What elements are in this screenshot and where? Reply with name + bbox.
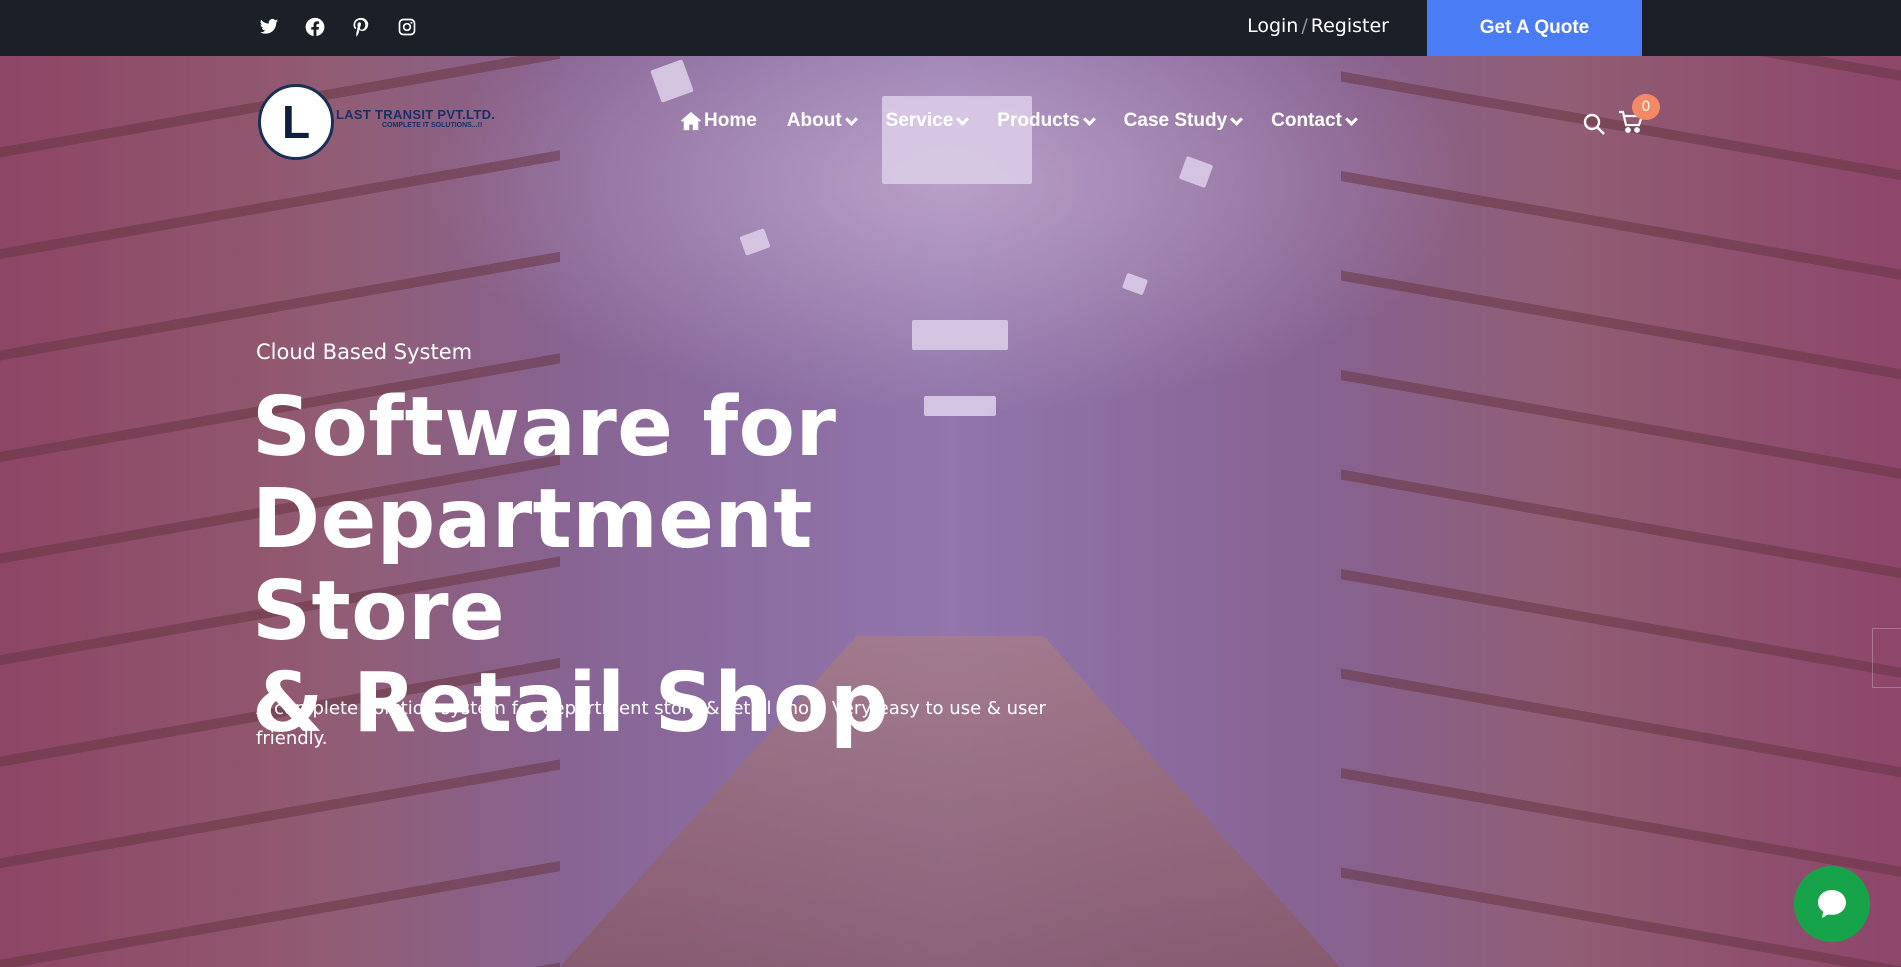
hero-headline-line: Department Store <box>252 472 813 659</box>
chat-widget-button[interactable] <box>1794 866 1870 942</box>
slider-next-arrow[interactable] <box>1872 628 1901 688</box>
logo-company-name: LAST TRANSIT PVT.LTD. <box>336 107 496 122</box>
home-icon <box>681 111 701 131</box>
social-links <box>256 14 420 40</box>
nav-contact-label: Contact <box>1271 110 1342 131</box>
auth-separator: / <box>1301 15 1308 37</box>
nav-service[interactable]: Service <box>885 110 970 132</box>
hero-headline-line: Software for <box>252 380 837 475</box>
nav-home[interactable]: Home <box>680 110 757 132</box>
logo-text: LAST TRANSIT PVT.LTD. COMPLETE IT SOLUTI… <box>336 107 495 129</box>
nav-products[interactable]: Products <box>997 110 1096 132</box>
main-nav: Home About Service Products Case Study C… <box>680 110 1386 132</box>
nav-about-label: About <box>786 110 842 131</box>
chevron-down-icon <box>844 113 858 126</box>
nav-about[interactable]: About <box>786 110 858 132</box>
top-bar: Login / Register Get A Quote <box>0 0 1901 56</box>
nav-service-label: Service <box>885 110 954 131</box>
chevron-down-icon <box>1345 113 1358 126</box>
register-link[interactable]: Register <box>1311 15 1389 37</box>
instagram-icon[interactable] <box>394 14 420 40</box>
nav-products-label: Products <box>997 110 1080 131</box>
logo-mark: L <box>258 84 334 160</box>
facebook-icon[interactable] <box>302 14 328 40</box>
pinterest-icon[interactable] <box>348 14 374 40</box>
nav-home-label: Home <box>704 110 757 131</box>
hero-eyebrow: Cloud Based System <box>256 340 473 364</box>
site-logo[interactable]: L LAST TRANSIT PVT.LTD. COMPLETE IT SOLU… <box>258 84 495 160</box>
nav-case-study-label: Case Study <box>1123 110 1228 131</box>
chevron-down-icon <box>956 113 970 126</box>
get-a-quote-button[interactable]: Get A Quote <box>1427 0 1642 56</box>
twitter-icon[interactable] <box>256 14 282 40</box>
logo-tagline: COMPLETE IT SOLUTIONS...!! <box>382 122 483 129</box>
cart-count-badge: 0 <box>1632 94 1660 120</box>
search-icon[interactable] <box>1582 112 1606 136</box>
logo-letter: L <box>281 96 311 148</box>
nav-contact[interactable]: Contact <box>1271 110 1358 132</box>
nav-case-study[interactable]: Case Study <box>1123 110 1244 132</box>
login-link[interactable]: Login <box>1247 15 1298 37</box>
hero-subtext: A complete solution system for departmen… <box>256 698 1046 749</box>
chevron-down-icon <box>1082 113 1096 126</box>
chat-bubble-icon <box>1818 890 1846 918</box>
auth-links: Login / Register <box>1247 14 1389 38</box>
chevron-down-icon <box>1230 113 1244 126</box>
